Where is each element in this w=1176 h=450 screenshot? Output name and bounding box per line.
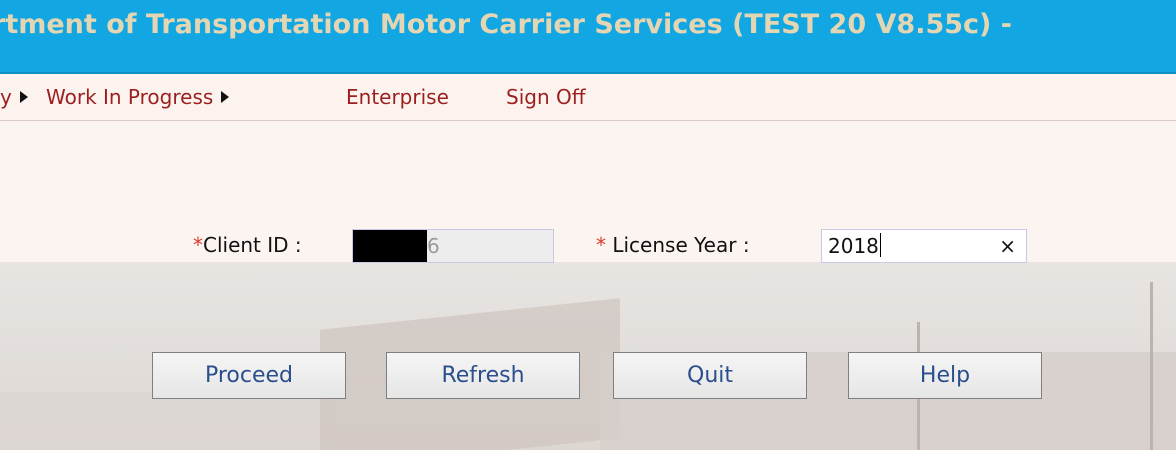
license-year-label: * License Year : xyxy=(596,233,750,257)
submenu-arrow-icon xyxy=(221,91,230,103)
menu-item-label: y xyxy=(0,85,12,109)
menu-bar: y Work In Progress Enterprise Sign Off xyxy=(0,74,1176,121)
clear-icon[interactable]: × xyxy=(999,230,1016,262)
menu-item-label: Work In Progress xyxy=(46,85,214,109)
client-id-label: *Client ID : xyxy=(193,233,302,257)
proceed-button[interactable]: Proceed xyxy=(152,352,346,399)
menu-item-work-in-progress[interactable]: Work In Progress xyxy=(46,85,230,109)
client-id-label-text: Client ID : xyxy=(203,233,302,257)
background-building xyxy=(0,392,330,450)
menu-item-enterprise[interactable]: Enterprise xyxy=(346,85,449,109)
menu-item-label: Enterprise xyxy=(346,85,449,109)
license-year-value: 2018 xyxy=(828,234,879,258)
required-marker: * xyxy=(596,233,606,257)
refresh-button[interactable]: Refresh xyxy=(386,352,580,399)
app-title: rtment of Transportation Motor Carrier S… xyxy=(0,9,1012,40)
quit-button[interactable]: Quit xyxy=(613,352,807,399)
submenu-arrow-icon xyxy=(19,91,28,103)
menu-item-sign-off[interactable]: Sign Off xyxy=(506,85,586,109)
client-id-value: 6 xyxy=(427,234,440,258)
menu-item-label: Sign Off xyxy=(506,85,586,109)
app-header: rtment of Transportation Motor Carrier S… xyxy=(0,0,1176,74)
page: rtment of Transportation Motor Carrier S… xyxy=(0,0,1176,450)
background-pole xyxy=(1150,282,1153,450)
license-year-label-text: License Year : xyxy=(606,233,750,257)
menu-item-truncated[interactable]: y xyxy=(0,85,28,109)
license-year-input[interactable]: 2018 × xyxy=(821,229,1027,263)
client-id-field[interactable]: 6 xyxy=(352,229,554,263)
text-caret xyxy=(879,233,881,257)
redaction-block xyxy=(353,230,427,262)
required-marker: * xyxy=(193,233,203,257)
help-button[interactable]: Help xyxy=(848,352,1042,399)
